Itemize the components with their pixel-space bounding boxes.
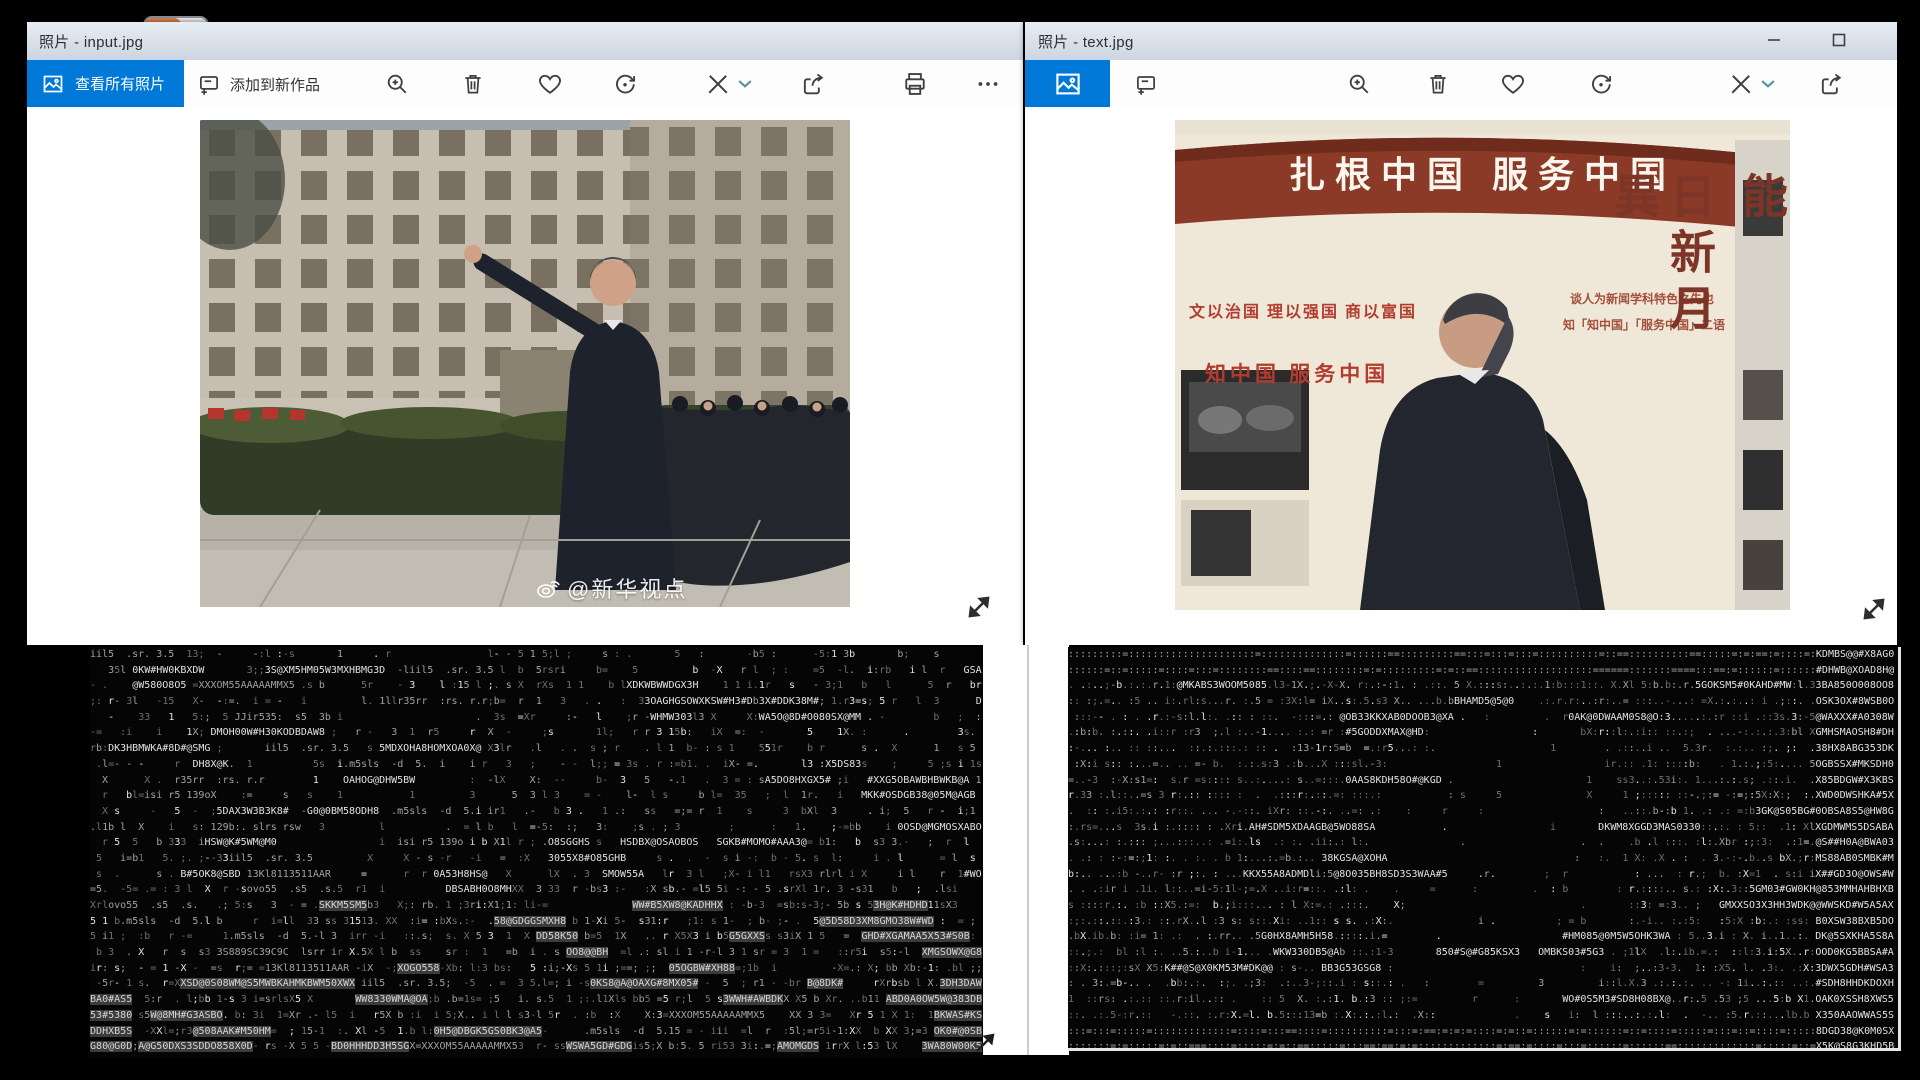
window-title: 照片 - input.jpg [39,31,143,52]
favorite-button[interactable] [534,68,566,100]
ascii-art-text: :::::::::=:::::::::::::::::::::=::::::::… [1068,647,1901,1051]
toolbar: 查看所有照片 添加到新作品 [27,60,1023,107]
ascii-art-input: iil5 .sr. 3.5 13; - -:l :-s 1 . r l- - 5… [90,647,983,1058]
heart-icon [536,70,564,98]
photos-window-text: 照片 - text.jpg [1025,22,1897,645]
window-gap [983,645,1069,1055]
photo-text: 扎根中国 服务中国 文以治国 理以强国 商以富国 知中国 服务中国 谈人为新闻学… [1175,120,1790,610]
resize-arrow[interactable] [972,1028,1000,1061]
titlebar[interactable]: 照片 - input.jpg [27,22,1023,61]
chevron-down-icon [738,79,752,89]
delete-button[interactable] [457,68,489,100]
maximize-icon [1832,33,1846,47]
view-all-photos-button[interactable]: 查看所有照片 [27,60,184,107]
window-border [1027,645,1029,1055]
add-to-creation-icon [1133,71,1159,97]
add-to-creation-icon [196,71,222,97]
more-options-button[interactable] [972,68,1004,100]
picture-icon [41,72,65,96]
zoom-button[interactable] [1343,68,1375,100]
trash-icon [1425,71,1451,97]
edit-create-icon [704,70,732,98]
minimize-icon [1767,33,1781,47]
resize-arrow[interactable] [962,590,996,629]
ellipsis-icon [975,71,1001,97]
rotate-icon [1587,70,1615,98]
photo-input: @新华视点 [200,120,850,607]
edit-create-icon [1727,70,1755,98]
rotate-icon [611,70,639,98]
chevron-down-icon [1761,79,1775,89]
heart-icon [1499,70,1527,98]
favorite-button[interactable] [1497,68,1529,100]
maximize-button[interactable] [1822,26,1856,54]
share-button[interactable] [1815,68,1847,100]
toolbar [1025,60,1897,107]
edit-create-dropdown[interactable] [1757,68,1779,100]
rotate-button[interactable] [609,68,641,100]
print-icon [901,70,929,98]
desktop: 照片 - input.jpg 查看所有照片 添加到新作品 [0,0,1920,1080]
add-to-creation-label[interactable]: 添加到新作品 [230,74,320,95]
view-all-photos-label: 查看所有照片 [75,73,165,94]
window-title: 照片 - text.jpg [1038,31,1134,52]
zoom-icon [383,70,411,98]
share-icon [799,70,827,98]
share-button[interactable] [797,68,829,100]
print-button[interactable] [899,68,931,100]
zoom-button[interactable] [381,68,413,100]
view-all-photos-button[interactable] [1025,60,1110,107]
add-to-creation-button[interactable] [1130,68,1162,100]
resize-arrow[interactable] [1857,592,1891,631]
photos-window-input: 照片 - input.jpg 查看所有照片 添加到新作品 [27,22,1023,645]
add-to-creation-button[interactable] [193,68,225,100]
zoom-icon [1345,70,1373,98]
rotate-button[interactable] [1585,68,1617,100]
edit-create-button[interactable] [702,68,734,100]
share-icon [1817,70,1845,98]
edit-create-dropdown[interactable] [734,68,756,100]
edit-create-button[interactable] [1725,68,1757,100]
picture-icon [1053,69,1083,99]
trash-icon [460,71,486,97]
delete-button[interactable] [1422,68,1454,100]
titlebar[interactable]: 照片 - text.jpg [1025,22,1897,61]
minimize-button[interactable] [1757,26,1791,54]
